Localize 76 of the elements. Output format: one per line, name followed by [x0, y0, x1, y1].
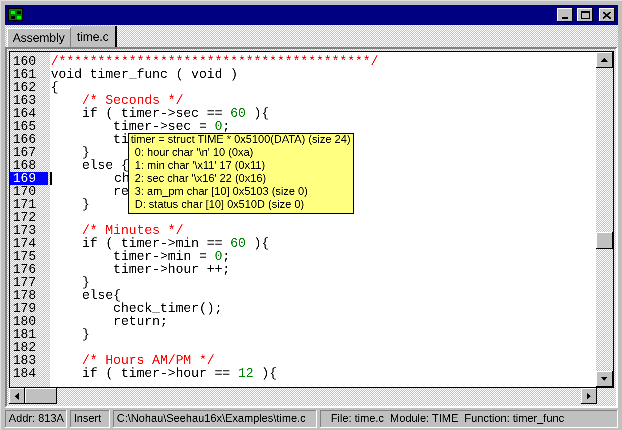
line-number: 182 — [12, 341, 36, 354]
line-number: 170 — [12, 185, 36, 198]
line-number: 183 — [12, 354, 36, 367]
struct-field: 3: am_pm char [10] 0x5103 (size 0) — [131, 186, 351, 199]
tooltip-title: timer = struct TIME * 0x5100(DATA) (size 24) — [131, 134, 351, 147]
code-line: timer->sec = 0; — [112, 120, 230, 133]
scroll-down-button[interactable] — [596, 371, 613, 387]
line-number: 178 — [12, 289, 36, 302]
line-number: 169 — [10, 172, 48, 185]
line-number: 164 — [12, 107, 36, 120]
code-line: if ( timer->hour == 12 ){ — [81, 367, 278, 380]
struct-field: D: status char [10] 0x510D (size 0) — [131, 199, 351, 212]
line-number: 171 — [12, 198, 36, 211]
line-number: 180 — [12, 315, 36, 328]
line-number: 172 — [12, 211, 36, 224]
code-line: { — [51, 81, 59, 94]
struct-field: 1: min char '\x11' 17 (0x11) — [131, 160, 351, 173]
scroll-left-button[interactable] — [9, 388, 25, 404]
close-icon — [603, 12, 611, 18]
code-line: else { — [81, 159, 130, 172]
line-number: 165 — [12, 120, 36, 133]
line-number: 175 — [12, 250, 36, 263]
code-line: else{ — [81, 289, 122, 302]
code-line: } — [81, 198, 90, 211]
line-number: 167 — [12, 146, 36, 159]
line-number: 174 — [12, 237, 36, 250]
line-number: 166 — [12, 133, 36, 146]
code-line: } — [81, 146, 90, 159]
tab[interactable]: time.c — [71, 26, 118, 47]
code-line: /* Minutes */ — [81, 224, 184, 237]
code-line: if ( timer->sec == 60 ){ — [81, 107, 270, 120]
code-line: /* Hours AM/PM */ — [81, 354, 215, 367]
line-number: 176 — [12, 263, 36, 276]
horizontal-scroll-thumb[interactable] — [25, 388, 57, 404]
minimize-icon — [562, 17, 568, 19]
code-line: timer->min = 0; — [112, 250, 230, 263]
maximize-icon — [580, 11, 590, 19]
maximize-button[interactable] — [577, 8, 593, 22]
line-number: 163 — [12, 94, 36, 107]
scroll-thumb[interactable] — [596, 232, 613, 249]
line-number: 173 — [12, 224, 36, 237]
code-line: /* Seconds */ — [81, 94, 184, 107]
line-number: 179 — [12, 302, 36, 315]
up-arrow-icon — [601, 58, 608, 62]
minimize-button[interactable] — [557, 8, 573, 22]
code-line: check_timer(); — [113, 302, 223, 315]
struct-field: 2: sec char '\x16' 22 (0x16) — [131, 173, 351, 186]
line-number: 161 — [12, 68, 36, 81]
line-number: 184 — [12, 367, 36, 380]
down-arrow-icon — [601, 377, 608, 381]
code-line: ti — [112, 133, 130, 146]
code-line: if ( timer->min == 60 ){ — [81, 237, 270, 250]
code-line: return; — [112, 315, 168, 328]
right-arrow-icon — [587, 392, 591, 400]
left-arrow-icon — [15, 392, 19, 400]
code-line: /****************************************/ — [51, 55, 379, 68]
status-panel: Addr: 813A — [5, 410, 67, 428]
line-number: 177 — [12, 276, 36, 289]
line-number: 181 — [12, 328, 36, 341]
tab[interactable]: Assembly — [7, 28, 72, 47]
status-panel: Insert — [70, 410, 110, 428]
line-number: 160 — [12, 55, 36, 68]
code-line: } — [81, 276, 90, 289]
code-line: timer->hour ++; — [112, 263, 230, 276]
status-panel: C:\Nohau\Seehau16x\Examples\time.c — [113, 410, 317, 428]
line-number: 168 — [12, 159, 36, 172]
code-line: re — [112, 185, 130, 198]
line-number: 162 — [12, 81, 36, 94]
scroll-up-button[interactable] — [596, 52, 613, 68]
scroll-right-button[interactable] — [581, 388, 597, 404]
status-panel: File: time.c Module: TIME Function: timer_func — [320, 410, 618, 428]
code-line: } — [81, 328, 90, 341]
struct-field: 0: hour char '\n' 10 (0xa) — [131, 147, 351, 160]
board-icon — [8, 8, 24, 22]
code-line: void timer_func ( void ) — [51, 68, 238, 81]
close-button[interactable] — [599, 8, 615, 22]
